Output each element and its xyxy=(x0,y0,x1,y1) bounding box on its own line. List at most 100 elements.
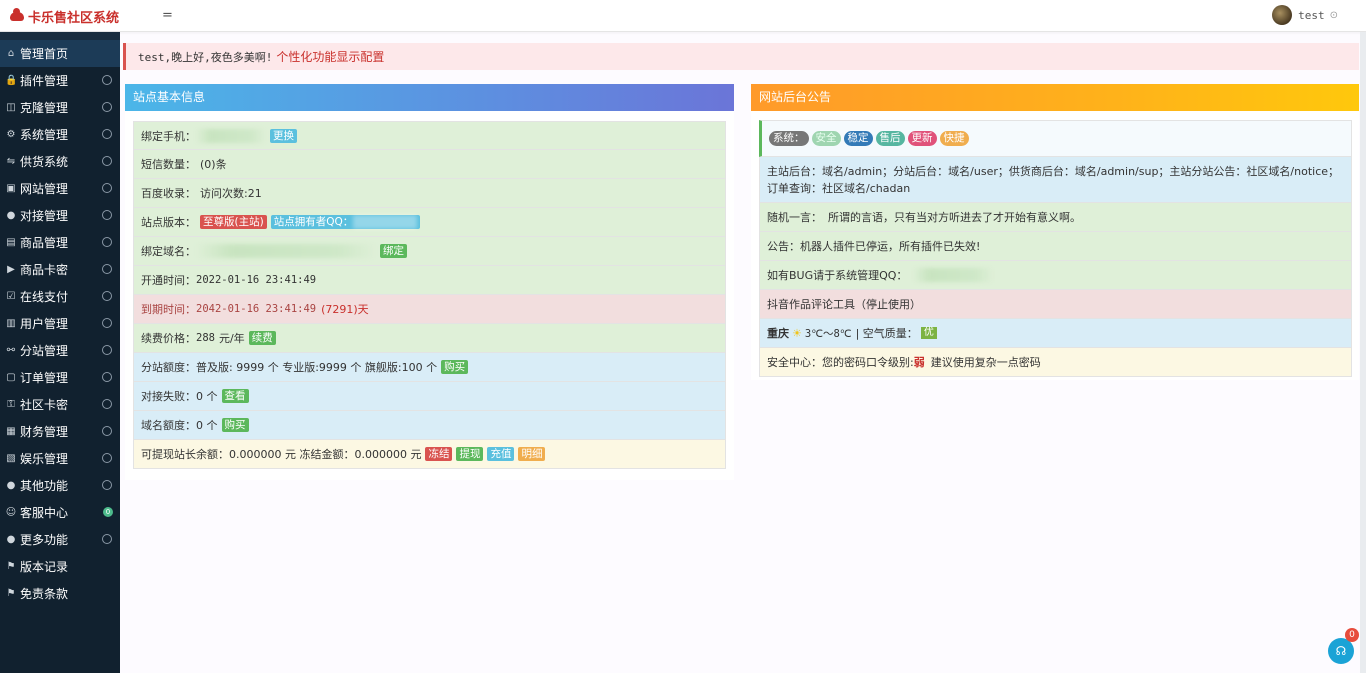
notice-panel: 网站后台公告 系统： 安全 稳定 售后 更新 快捷 主站后台：域名/admin；… xyxy=(751,84,1359,380)
brand-title: 卡乐售社区系统 xyxy=(28,11,120,26)
sidebar-item[interactable]: ▣ 网站管理 xyxy=(0,175,120,202)
sidebar-item-label: 在线支付 xyxy=(20,290,69,304)
expand-arrow-icon[interactable] xyxy=(102,183,112,193)
random-quote-row: 随机一言： 所谓的言语，只有当对方听进去了才开始有意义啊。 xyxy=(759,203,1352,232)
bind-domain-button[interactable]: 绑定 xyxy=(380,244,407,258)
sidebar-item-label: 供货系统 xyxy=(20,155,69,169)
avatar[interactable] xyxy=(1272,5,1293,25)
sun-icon: ☀ xyxy=(792,326,802,340)
sidebar-item-label: 社区卡密 xyxy=(20,398,69,412)
security-row: 安全中心：您的密码口令级别: 弱 建议使用复杂一点密码 xyxy=(759,348,1352,377)
link-icon: ● xyxy=(6,210,16,221)
sidebar-item[interactable]: ☑ 在线支付 xyxy=(0,283,120,310)
expand-arrow-icon[interactable] xyxy=(102,264,112,274)
sidebar-item[interactable]: ⚑ 版本记录 xyxy=(0,553,120,580)
sidebar-item-label: 网站管理 xyxy=(20,182,69,196)
username[interactable]: test xyxy=(1298,9,1325,22)
expand-arrow-icon[interactable] xyxy=(102,129,112,139)
expand-arrow-icon[interactable] xyxy=(102,210,112,220)
expand-arrow-icon[interactable] xyxy=(102,75,112,85)
expand-arrow-icon[interactable] xyxy=(102,291,112,301)
random-quote-text: 所谓的言语，只有当对方听进去了才开始有意义啊。 xyxy=(828,211,1081,224)
sidebar-item[interactable]: ▤ 商品管理 xyxy=(0,229,120,256)
dock-fail-text: 对接失败：0 个 xyxy=(141,390,218,403)
apple-icon: ● xyxy=(6,534,16,545)
top-header: 卡乐售社区系统 = test ⊙ xyxy=(0,0,1366,32)
sidebar-item-label: 分站管理 xyxy=(20,344,69,358)
sidebar-item[interactable]: 🔒 插件管理 xyxy=(0,67,120,94)
sidebar-item[interactable]: ◫ 克隆管理 xyxy=(0,94,120,121)
flag-icon: ⚑ xyxy=(6,561,16,572)
sidebar-top-strip xyxy=(0,32,120,40)
sidebar-item[interactable]: ▢ 订单管理 xyxy=(0,364,120,391)
view-fail-button[interactable]: 查看 xyxy=(221,389,249,403)
sidebar-item[interactable]: ● 其他功能 xyxy=(0,472,120,499)
sidebar-item[interactable]: ☺ 客服中心 0 xyxy=(0,499,120,526)
expand-arrow-icon[interactable] xyxy=(102,237,112,247)
dock-fail-row: 对接失败：0 个 查看 xyxy=(133,382,726,411)
announcement-row: 公告：机器人插件已停运，所有插件已失效! xyxy=(759,232,1352,261)
sidebar: ⌂ 管理首页 🔒 插件管理 ◫ 克隆管理 ⚙ 系统管理 ⇋ 供货系统 ▣ 网站管理 ● 对接管理 ▤ 商品管理… xyxy=(0,40,120,673)
page-scrollbar[interactable] xyxy=(1360,32,1366,673)
sidebar-item[interactable]: ⚯ 分站管理 xyxy=(0,337,120,364)
baidu-label: 百度收录： xyxy=(141,187,196,200)
version-row: 站点版本： 至尊版(主站) 站点拥有者QQ： xyxy=(133,208,726,237)
expand-arrow-icon[interactable] xyxy=(102,156,112,166)
detail-button[interactable]: 明细 xyxy=(518,447,546,461)
backend-urls-text: 主站后台：域名/admin；分站后台：域名/user；供货商后台：域名/admi… xyxy=(767,164,1340,195)
pay-icon: ☑ xyxy=(6,291,16,302)
sidebar-item-label: 管理首页 xyxy=(20,47,69,61)
sidebar-item[interactable]: ● 对接管理 xyxy=(0,202,120,229)
bug-report-row: 如有BUG请于系统管理QQ： xyxy=(759,261,1352,290)
change-phone-button[interactable]: 更换 xyxy=(270,128,297,143)
expand-arrow-icon[interactable] xyxy=(102,426,112,436)
expand-arrow-icon[interactable] xyxy=(102,345,112,355)
sidebar-item[interactable]: ⌂ 管理首页 xyxy=(0,40,120,67)
order-icon: ▢ xyxy=(6,372,16,383)
expire-value: 2042-01-16 23:41:49 xyxy=(196,303,317,315)
freeze-button[interactable]: 冻结 xyxy=(425,447,453,461)
weather-row: 重庆 ☀ 3℃～8℃ | 空气质量： 优 xyxy=(759,319,1352,348)
quota-row: 分站额度：普及版: 9999 个 专业版:9999 个 旗舰版:100 个 购买 xyxy=(133,353,726,382)
weather-aqi-label: | 空气质量： xyxy=(855,327,918,340)
sidebar-item[interactable]: ⚙ 系统管理 xyxy=(0,121,120,148)
expand-arrow-icon[interactable] xyxy=(102,453,112,463)
branch-icon: ⚯ xyxy=(6,345,16,356)
user-menu[interactable]: test ⊙ xyxy=(1272,5,1338,25)
version-label: 站点版本： xyxy=(141,216,196,229)
buy-quota-button[interactable]: 购买 xyxy=(441,360,469,374)
personalize-link[interactable]: 个性化功能显示配置 xyxy=(276,48,384,65)
lock-icon: 🔒 xyxy=(5,75,18,86)
recharge-button[interactable]: 充值 xyxy=(487,447,515,461)
renew-unit: 元/年 xyxy=(218,332,245,345)
open-time-label: 开通时间： xyxy=(141,274,196,287)
system-status-row: 系统： 安全 稳定 售后 更新 快捷 xyxy=(759,120,1352,157)
brand-logo[interactable]: 卡乐售社区系统 xyxy=(10,7,119,26)
security-tip: 建议使用复杂一点密码 xyxy=(930,356,1041,369)
sidebar-item[interactable]: ▶ 商品卡密 xyxy=(0,256,120,283)
menu-toggle-button[interactable]: = xyxy=(162,8,173,23)
weather-temp: 3℃～8℃ xyxy=(804,327,852,340)
expand-arrow-icon[interactable] xyxy=(102,534,112,544)
expand-arrow-icon[interactable] xyxy=(102,318,112,328)
sidebar-item[interactable]: ▥ 用户管理 xyxy=(0,310,120,337)
expand-arrow-icon[interactable] xyxy=(102,399,112,409)
renew-button[interactable]: 续费 xyxy=(248,331,276,345)
sidebar-item[interactable]: ⇋ 供货系统 xyxy=(0,148,120,175)
renew-row: 续费价格： 288 元/年 续费 xyxy=(133,324,726,353)
sidebar-item[interactable]: ⚑ 免责条款 xyxy=(0,580,120,607)
website-icon: ▣ xyxy=(6,183,16,194)
user-caret-icon[interactable]: ⊙ xyxy=(1330,10,1338,21)
expand-arrow-icon[interactable] xyxy=(102,480,112,490)
withdraw-button[interactable]: 提现 xyxy=(456,447,484,461)
sidebar-item[interactable]: ▧ 娱乐管理 xyxy=(0,445,120,472)
sidebar-item[interactable]: ● 更多功能 xyxy=(0,526,120,553)
sidebar-item-label: 系统管理 xyxy=(20,128,69,142)
site-info-panel: 站点基本信息 绑定手机： 更换 短信数量： (0)条 百度收录： 访问次数:21… xyxy=(125,84,734,480)
sidebar-item[interactable]: ⚿ 社区卡密 xyxy=(0,391,120,418)
sidebar-item[interactable]: ▦ 财务管理 xyxy=(0,418,120,445)
buy-domain-quota-button[interactable]: 购买 xyxy=(221,418,249,432)
expand-arrow-icon[interactable] xyxy=(102,372,112,382)
expire-label: 到期时间： xyxy=(141,303,196,316)
expand-arrow-icon[interactable] xyxy=(102,102,112,112)
